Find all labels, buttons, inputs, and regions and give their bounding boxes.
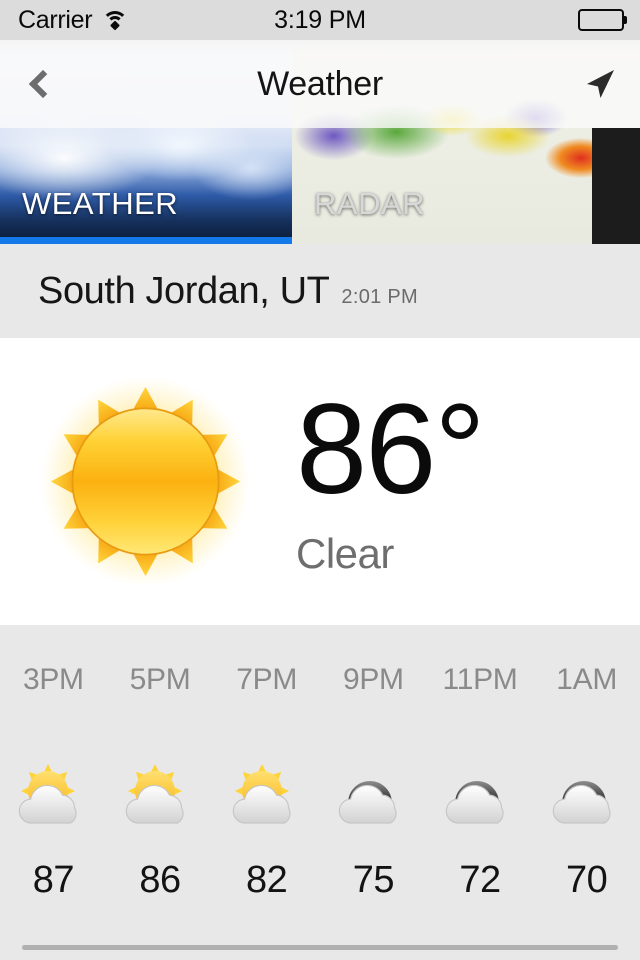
hourly-time: 7PM (236, 663, 298, 696)
hourly-time: 5PM (129, 663, 191, 696)
hourly-icon-temp-row: 87 86 82 75 72 70 (0, 697, 640, 902)
hourly-temperature: 87 (32, 859, 75, 901)
header-strip: Weather WEATHER RADAR (0, 40, 640, 244)
hourly-item: 11PM (427, 663, 534, 697)
navigation-arrow-icon (587, 70, 614, 98)
partly-cloudy-day-icon (117, 749, 203, 845)
hourly-temperature: 75 (352, 859, 395, 901)
weather-app-screen: Carrier 3:19 PM Weather WEATHER RADAR So… (0, 0, 640, 960)
current-temperature: 86° (296, 377, 486, 521)
current-conditions-card: 86° Clear (0, 338, 640, 625)
horizontal-scrollbar[interactable] (22, 945, 618, 950)
hourly-temperature: 72 (459, 859, 501, 901)
hourly-item: 5PM (107, 663, 214, 697)
hourly-forecast[interactable]: 3PM 5PM 7PM 9PM 11PM 1AM 87 86 82 75 72 … (0, 625, 640, 902)
partly-cloudy-day-icon (224, 749, 310, 845)
cloudy-night-icon (437, 749, 523, 845)
location-name: South Jordan, UT (38, 269, 330, 312)
hourly-item: 86 (107, 697, 214, 902)
hourly-item: 9PM (320, 663, 427, 697)
current-icon-wrap (0, 374, 290, 589)
hourly-temperature: 70 (566, 859, 608, 901)
hourly-item: 82 (213, 697, 320, 902)
status-bar: Carrier 3:19 PM (0, 0, 640, 40)
hourly-item: 87 (0, 697, 107, 902)
status-bar-clock: 3:19 PM (274, 5, 366, 34)
hourly-item: 70 (533, 697, 640, 902)
battery-icon (578, 9, 627, 31)
status-bar-right (578, 9, 627, 31)
hourly-time-row: 3PM 5PM 7PM 9PM 11PM 1AM (0, 663, 640, 697)
tab-active-indicator (0, 237, 292, 244)
hourly-item: 1AM (533, 663, 640, 697)
navigation-bar: Weather (0, 40, 640, 128)
hourly-temperature: 86 (139, 859, 181, 901)
current-location-button[interactable] (576, 60, 624, 108)
location-observed-time: 2:01 PM (341, 285, 419, 308)
tab-radar-label: RADAR (314, 186, 426, 221)
partly-cloudy-day-icon (10, 749, 96, 845)
hourly-time: 9PM (342, 663, 404, 696)
page-title: Weather (257, 64, 383, 103)
hourly-time: 1AM (556, 663, 618, 696)
cloudy-night-icon (330, 749, 416, 845)
hourly-temperature: 82 (246, 859, 288, 901)
hourly-item: 75 (320, 697, 427, 902)
hourly-item: 3PM (0, 663, 107, 697)
chevron-left-icon (28, 69, 58, 99)
hourly-time: 11PM (442, 663, 518, 696)
tab-weather[interactable]: WEATHER (0, 128, 292, 244)
sun-icon (39, 376, 251, 587)
tab-bar: WEATHER RADAR (0, 128, 640, 244)
location-inner: South Jordan, UT 2:01 PM (0, 270, 418, 313)
cloudy-night-icon (544, 749, 630, 845)
hourly-item: 72 (427, 697, 534, 902)
tab-weather-label: WEATHER (22, 186, 179, 221)
tab-radar[interactable]: RADAR (292, 128, 592, 244)
current-condition: Clear (296, 529, 394, 577)
location-bar[interactable]: South Jordan, UT 2:01 PM (0, 244, 640, 338)
hourly-item: 7PM (213, 663, 320, 697)
hourly-time: 3PM (22, 663, 84, 696)
back-button[interactable] (18, 62, 62, 106)
current-readout: 86° Clear (296, 377, 486, 578)
